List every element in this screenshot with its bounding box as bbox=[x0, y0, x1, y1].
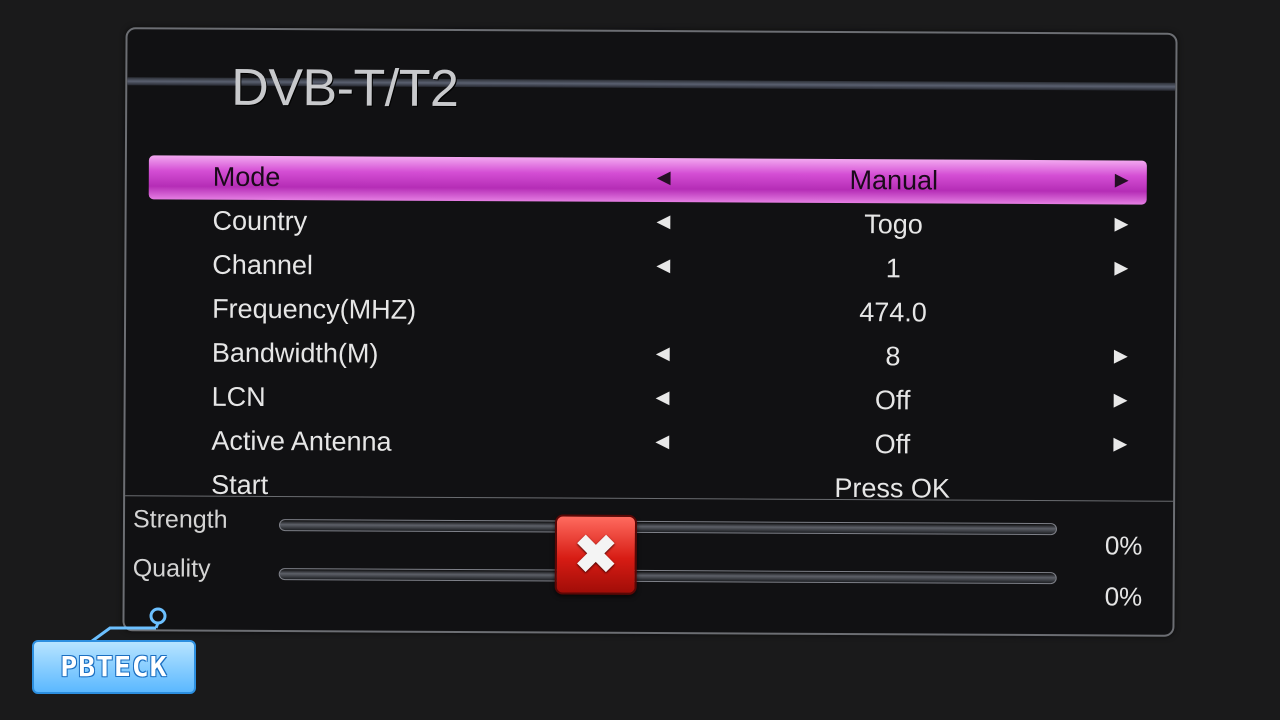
arrow-left-icon[interactable]: ◀ bbox=[656, 255, 670, 276]
x-glyph: ✖ bbox=[572, 522, 620, 586]
arrow-right-icon[interactable]: ▶ bbox=[1115, 213, 1129, 234]
menu-label: LCN bbox=[211, 381, 266, 412]
menu-row-country[interactable]: Country ◀ Togo ▶ bbox=[148, 199, 1146, 248]
menu-value: Manual bbox=[849, 165, 939, 196]
arrow-left-icon[interactable]: ◀ bbox=[657, 167, 671, 188]
arrow-right-icon[interactable]: ▶ bbox=[1113, 433, 1127, 454]
strength-value: 0% bbox=[1104, 530, 1143, 561]
arrow-left-icon[interactable]: ◀ bbox=[655, 431, 669, 452]
arrow-right-icon[interactable]: ▶ bbox=[1114, 389, 1128, 410]
menu-row-bandwidth[interactable]: Bandwidth(M) ◀ 8 ▶ bbox=[148, 331, 1146, 380]
quality-value: 0% bbox=[1104, 581, 1143, 612]
menu-row-lcn[interactable]: LCN ◀ Off ▶ bbox=[148, 375, 1146, 424]
menu-label: Country bbox=[212, 205, 308, 237]
arrow-left-icon[interactable]: ◀ bbox=[657, 211, 671, 232]
quality-label: Quality bbox=[132, 554, 211, 583]
menu-row-active-antenna[interactable]: Active Antenna ◀ Off ▶ bbox=[147, 419, 1145, 468]
arrow-left-icon[interactable]: ◀ bbox=[656, 387, 670, 408]
menu-label: Bandwidth(M) bbox=[211, 337, 379, 369]
pbteck-logo: PBTECK bbox=[32, 640, 196, 694]
strength-bar bbox=[278, 519, 1058, 536]
menu-value: 474.0 bbox=[859, 297, 927, 328]
strength-label: Strength bbox=[132, 505, 228, 534]
dvb-scan-panel: DVB-T/T2 Mode ◀ Manual ▶ Country ◀ Togo … bbox=[122, 27, 1178, 637]
arrow-right-icon[interactable]: ▶ bbox=[1114, 345, 1128, 366]
menu-label: Frequency(MHZ) bbox=[212, 293, 417, 325]
arrow-right-icon[interactable]: ▶ bbox=[1114, 257, 1128, 278]
arrow-right-icon[interactable]: ▶ bbox=[1115, 169, 1129, 190]
menu-row-start[interactable]: Start Press OK bbox=[147, 463, 1145, 512]
menu-row-mode[interactable]: Mode ◀ Manual ▶ bbox=[148, 155, 1147, 205]
quality-bar bbox=[278, 568, 1057, 585]
error-x-icon: ✖ bbox=[554, 514, 638, 595]
menu-value: Off bbox=[874, 385, 911, 416]
menu-value: Off bbox=[874, 429, 911, 460]
arrow-left-icon[interactable]: ◀ bbox=[656, 343, 670, 364]
page-title: DVB-T/T2 bbox=[231, 58, 459, 118]
menu-label: Active Antenna bbox=[211, 425, 392, 457]
menu-label: Mode bbox=[212, 161, 281, 193]
logo-text: PBTECK bbox=[60, 650, 168, 683]
tv-screen: DVB-T/T2 Mode ◀ Manual ▶ Country ◀ Togo … bbox=[0, 0, 1280, 720]
menu-row-channel[interactable]: Channel ◀ 1 ▶ bbox=[148, 243, 1146, 292]
menu-list: Mode ◀ Manual ▶ Country ◀ Togo ▶ Channel… bbox=[147, 155, 1147, 512]
menu-label: Channel bbox=[212, 249, 314, 281]
menu-value: 8 bbox=[885, 341, 901, 372]
menu-row-frequency[interactable]: Frequency(MHZ) 474.0 bbox=[148, 287, 1146, 336]
menu-value: 1 bbox=[885, 253, 901, 284]
menu-value: Togo bbox=[864, 209, 923, 240]
